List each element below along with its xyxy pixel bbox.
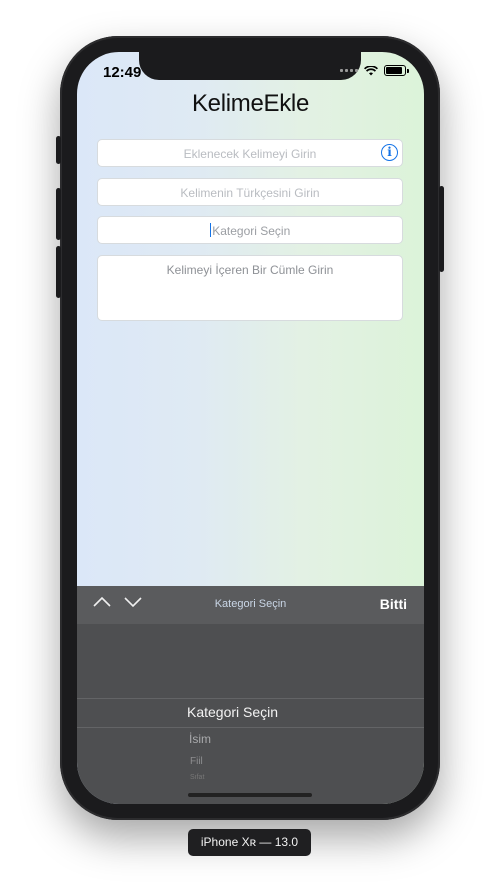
picker-divider-top — [77, 698, 424, 699]
picker-item[interactable]: Fiil — [190, 756, 203, 767]
word-placeholder: Eklenecek Kelimeyi Girin — [183, 147, 317, 161]
page-title: KelimeEkle — [191, 90, 310, 117]
screen: 12:49 KelimeEkle Eklenecek Kelimeyi Giri… — [77, 52, 424, 804]
turkish-input[interactable]: Kelimenin Türkçesini Girin — [97, 178, 403, 206]
sentence-placeholder: Kelimeyi İçeren Bir Cümle Girin — [166, 263, 334, 277]
text-cursor — [209, 223, 212, 237]
sentence-textarea[interactable]: Kelimeyi İçeren Bir Cümle Girin — [97, 255, 403, 321]
notch — [139, 52, 361, 80]
picker-selected-item[interactable]: Kategori Seçin — [187, 704, 278, 720]
signal-icon — [340, 69, 358, 72]
word-input[interactable]: Eklenecek Kelimeyi Girin i — [97, 139, 403, 167]
toolbar-title: Kategori Seçin — [214, 598, 287, 610]
mute-switch — [56, 136, 61, 164]
battery-icon — [384, 65, 409, 76]
category-placeholder: Kategori Seçin — [212, 224, 291, 238]
picker-item[interactable]: İsim — [189, 732, 211, 746]
status-time: 12:49 — [103, 64, 142, 81]
home-indicator[interactable] — [188, 793, 312, 797]
picker-keyboard: Kategori Seçin Bitti Kategori Seçin İsim… — [77, 586, 424, 804]
turkish-placeholder: Kelimenin Türkçesini Girin — [180, 186, 320, 200]
info-icon[interactable]: i — [381, 144, 398, 161]
keyboard-toolbar: Kategori Seçin Bitti — [77, 586, 424, 624]
status-icons — [340, 65, 409, 76]
device-label: iPhone Xʀ — 13.0 — [188, 829, 311, 856]
done-button[interactable]: Bitti — [380, 596, 407, 612]
power-button — [439, 186, 444, 272]
picker-divider-bottom — [77, 727, 424, 728]
volume-down-button — [56, 246, 61, 298]
wifi-icon — [364, 65, 378, 75]
volume-up-button — [56, 188, 61, 240]
picker-item[interactable]: Sıfat — [190, 774, 204, 781]
category-input[interactable]: Kategori Seçin — [97, 216, 403, 244]
